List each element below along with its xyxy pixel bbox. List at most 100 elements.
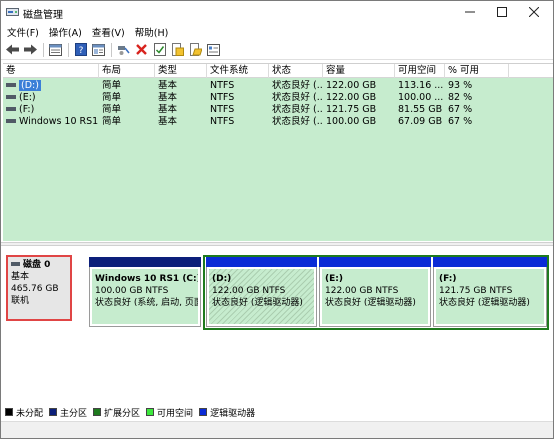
drive-icon xyxy=(6,118,16,123)
column-header-percent-free[interactable]: % 可用 xyxy=(445,64,509,78)
column-header-status[interactable]: 状态 xyxy=(269,64,323,78)
volume-cell: (D:) xyxy=(3,80,99,92)
window-title: 磁盘管理 xyxy=(23,10,63,21)
legend-label: 未分配 xyxy=(16,408,44,419)
volume-list-table: 卷 布局 类型 文件系统 状态 容量 可用空间 % 可用 (D:) 简单 基本 … xyxy=(3,63,553,241)
pane-splitter[interactable] xyxy=(1,242,553,246)
legend-swatch-logical xyxy=(199,408,208,416)
partition-title: (F:) xyxy=(439,274,457,284)
filesystem-cell: NTFS xyxy=(210,116,235,127)
list-view-button[interactable] xyxy=(48,42,63,57)
filesystem-cell: NTFS xyxy=(210,104,235,115)
disk-type: 基本 xyxy=(11,272,30,282)
logical-drive-bar xyxy=(319,257,431,267)
maximize-button[interactable] xyxy=(487,1,517,23)
column-header-free-space[interactable]: 可用空间 xyxy=(395,64,445,78)
partition-title: (D:) xyxy=(212,274,232,284)
check-button[interactable] xyxy=(152,42,167,57)
free-space-cell: 81.55 GB xyxy=(398,104,443,115)
drive-icon xyxy=(6,106,16,111)
column-header-layout[interactable]: 布局 xyxy=(99,64,155,78)
drive-icon xyxy=(6,82,16,87)
help-button[interactable]: ? xyxy=(73,42,88,57)
partition-body: Windows 10 RS1 (C:) 100.00 GB NTFS 状态良好 … xyxy=(89,267,201,327)
drive-icon xyxy=(6,94,16,99)
partition-status: 状态良好 (系统, 启动, 页面 xyxy=(95,298,198,308)
folder-icon xyxy=(171,43,184,56)
details-view-button[interactable] xyxy=(91,42,106,57)
toolbar-separator xyxy=(68,42,69,57)
type-cell: 基本 xyxy=(158,92,178,103)
table-row[interactable]: (F:) 简单 基本 NTFS 状态良好 (... 121.75 GB 81.5… xyxy=(3,104,553,116)
maximize-icon xyxy=(497,7,507,17)
properties-button[interactable] xyxy=(206,42,221,57)
folder-open-button[interactable] xyxy=(188,42,203,57)
toolbar-separator xyxy=(111,42,112,57)
column-header-volume[interactable]: 卷 xyxy=(3,64,99,78)
volume-cell: (F:) xyxy=(3,104,99,116)
column-header-capacity[interactable]: 容量 xyxy=(323,64,395,78)
type-cell: 基本 xyxy=(158,104,178,115)
column-header-filesystem[interactable]: 文件系统 xyxy=(207,64,269,78)
type-cell: 基本 xyxy=(158,80,178,91)
percent-free-cell: 93 % xyxy=(448,80,473,91)
partition-size: 122.00 GB NTFS xyxy=(212,286,286,296)
logical-drive-bar xyxy=(206,257,317,267)
status-cell: 状态良好 (... xyxy=(272,104,323,115)
free-space-cell: 67.09 GB xyxy=(398,116,443,127)
free-space-cell: 100.00 ... xyxy=(398,92,444,103)
forward-arrow-icon xyxy=(24,44,37,55)
partition-c[interactable]: Windows 10 RS1 (C:) 100.00 GB NTFS 状态良好 … xyxy=(89,257,201,327)
disk-0-info[interactable]: 磁盘 0 基本 465.76 GB 联机 xyxy=(6,255,72,321)
disk-graphical-view: 磁盘 0 基本 465.76 GB 联机 Windows 10 RS1 (C:)… xyxy=(3,248,553,402)
partition-d[interactable]: (D:) 122.00 GB NTFS 状态良好 (逻辑驱动器) xyxy=(206,257,317,327)
volume-name: Windows 10 RS1... xyxy=(19,116,99,127)
status-cell: 状态良好 (... xyxy=(272,116,323,127)
folder-button[interactable] xyxy=(170,42,185,57)
partition-e[interactable]: (E:) 122.00 GB NTFS 状态良好 (逻辑驱动器) xyxy=(319,257,431,327)
menu-action[interactable]: 操作(A) xyxy=(49,25,82,39)
partition-status: 状态良好 (逻辑驱动器) xyxy=(325,298,416,308)
svg-text:?: ? xyxy=(78,46,83,56)
volume-table-header: 卷 布局 类型 文件系统 状态 容量 可用空间 % 可用 xyxy=(3,64,553,78)
partition-status: 状态良好 (逻辑驱动器) xyxy=(439,298,530,308)
toolbar: ? xyxy=(1,40,553,60)
percent-free-cell: 67 % xyxy=(448,104,473,115)
capacity-cell: 122.00 GB xyxy=(326,80,377,91)
layout-cell: 简单 xyxy=(102,80,122,91)
partition-f[interactable]: (F:) 121.75 GB NTFS 状态良好 (逻辑驱动器) xyxy=(433,257,547,327)
back-button[interactable] xyxy=(5,42,20,57)
partition-body: (F:) 121.75 GB NTFS 状态良好 (逻辑驱动器) xyxy=(433,267,547,327)
legend-swatch-unallocated xyxy=(5,408,13,416)
forward-button[interactable] xyxy=(23,42,38,57)
menu-view[interactable]: 查看(V) xyxy=(92,25,125,39)
minimize-button[interactable] xyxy=(455,1,485,23)
properties-icon xyxy=(207,43,220,56)
layout-cell: 简单 xyxy=(102,104,122,115)
folder-open-icon xyxy=(189,43,202,56)
status-cell: 状态良好 (... xyxy=(272,92,323,103)
close-icon xyxy=(529,7,539,17)
menu-help[interactable]: 帮助(H) xyxy=(135,25,169,39)
legend-swatch-free-space xyxy=(146,408,155,416)
layout-cell: 简单 xyxy=(102,116,122,127)
connect-button[interactable] xyxy=(116,42,131,57)
back-arrow-icon xyxy=(6,44,19,55)
close-button[interactable] xyxy=(519,1,549,23)
delete-button[interactable] xyxy=(134,42,149,57)
table-row[interactable]: (D:) 简单 基本 NTFS 状态良好 (... 122.00 GB 113.… xyxy=(3,80,553,92)
table-row[interactable]: Windows 10 RS1... 简单 基本 NTFS 状态良好 (... 1… xyxy=(3,116,553,128)
logical-drive-bar xyxy=(433,257,547,267)
partition-inner: (F:) 121.75 GB NTFS 状态良好 (逻辑驱动器) xyxy=(436,269,544,324)
table-row[interactable]: (E:) 简单 基本 NTFS 状态良好 (... 122.00 GB 100.… xyxy=(3,92,553,104)
volume-name: (E:) xyxy=(19,92,36,103)
column-header-type[interactable]: 类型 xyxy=(155,64,207,78)
menu-file[interactable]: 文件(F) xyxy=(7,25,39,39)
partition-size: 100.00 GB NTFS xyxy=(95,286,169,296)
disk-management-app-icon xyxy=(6,6,19,18)
free-space-cell: 113.16 ... xyxy=(398,80,444,91)
disk-icon xyxy=(11,261,20,266)
percent-free-cell: 82 % xyxy=(448,92,473,103)
partition-status: 状态良好 (逻辑驱动器) xyxy=(212,298,303,308)
details-view-icon xyxy=(92,43,105,56)
